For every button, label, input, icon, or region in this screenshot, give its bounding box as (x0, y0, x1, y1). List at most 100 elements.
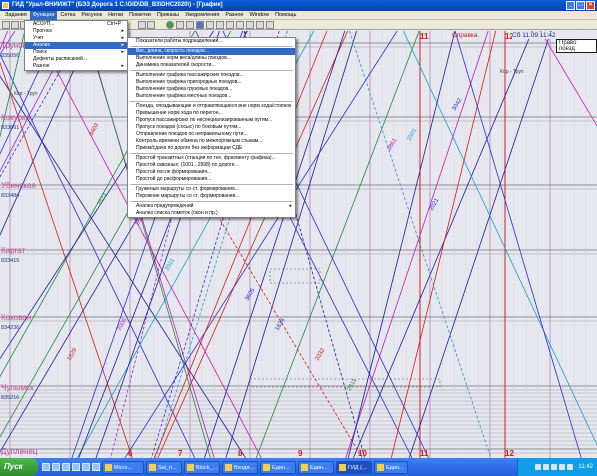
start-button[interactable]: Пуск (0, 458, 38, 476)
tray-icon[interactable] (535, 464, 542, 470)
analysis-menu-item[interactable]: Вес, длина, скорость поездов... (128, 48, 295, 55)
submenu-arrow-icon: ▸ (121, 42, 124, 48)
redo-icon[interactable] (147, 21, 155, 29)
taskbar-item-active[interactable]: ГИД (... (336, 460, 372, 474)
help-icon[interactable] (226, 21, 234, 29)
taskbar-item[interactable]: Block_... (184, 460, 220, 474)
analysis-menu-item[interactable]: Простой транзитных (станция по тех. фраг… (128, 155, 295, 162)
analysis-menu-item[interactable]: Пропуск пассажирских по неспециализирова… (128, 117, 295, 124)
outlook-icon[interactable] (62, 463, 70, 471)
window-icon[interactable] (216, 21, 224, 29)
new-icon[interactable] (2, 21, 10, 29)
analysis-menu-item[interactable]: Выполнение графика пассажирских поездов.… (128, 72, 295, 79)
analysis-menu-item[interactable]: Контроль времени обмена по межлорожным с… (128, 138, 295, 145)
menu-item-label: Контроль времени обмена по межлорожным с… (136, 138, 263, 144)
taskbar-item[interactable]: Входя... (222, 460, 258, 474)
analysis-menu-item[interactable]: Простой до расформирования... (128, 176, 295, 183)
analysis-menu-item[interactable]: Простой сквозных: (1001...2998) по дорог… (128, 162, 295, 169)
zoom-icon[interactable] (186, 21, 194, 29)
menu-nitki[interactable]: Нитки (105, 11, 126, 20)
train-number-label: 1634 (275, 317, 287, 332)
analysis-menu-item[interactable]: Выполнение графика грузовых поездов... (128, 86, 295, 93)
tray-icon[interactable] (543, 464, 550, 470)
desktop-icon[interactable] (52, 463, 60, 471)
tray-icon[interactable] (551, 464, 558, 470)
minimize-button[interactable]: _ (566, 1, 575, 10)
analysis-menu-item[interactable]: Выполнение норм веса/длины поездов... (128, 55, 295, 62)
settings-icon[interactable] (206, 21, 214, 29)
station-code: 835056 (1, 53, 20, 59)
menu-item-analiz[interactable]: Анализ ▸ (25, 42, 127, 49)
analysis-menu-item[interactable]: Отправление поездов по неправильному пут… (128, 131, 295, 138)
analysis-menu-item[interactable]: Анализ списка пометок (окон и пр.) (128, 210, 295, 217)
app-shortcut-icon[interactable] (92, 463, 100, 471)
tray-icon[interactable] (567, 464, 574, 470)
analysis-menu-item[interactable]: Пропуск поездов (сосыс) по боковым путям… (128, 124, 295, 131)
hour-label: 8 (238, 449, 243, 458)
menu-pometki[interactable]: Пометки (126, 11, 154, 20)
analysis-menu-item[interactable]: Выполнение графика местных поездов... (128, 93, 295, 100)
menu-pomoshch[interactable]: Помощь (272, 11, 299, 20)
menu-raznoe[interactable]: Разное (222, 11, 246, 20)
undo-icon[interactable] (138, 21, 146, 29)
analysis-menu-item[interactable]: Превышение норм хода по перегон... (128, 110, 295, 117)
analysis-menu-item[interactable]: Груженые маршруты со ст. формирования... (128, 186, 295, 193)
print-icon[interactable] (196, 21, 204, 29)
menu-item-poisk[interactable]: Поиск ▸ (25, 49, 127, 56)
refresh-icon[interactable] (166, 21, 174, 29)
open-icon[interactable] (11, 21, 19, 29)
station-code: 833661 (1, 125, 20, 131)
close-button[interactable]: × (586, 1, 595, 10)
analysis-menu-item[interactable]: Показатели работы подразделений... (128, 38, 295, 45)
spravka-label[interactable]: Справка (452, 32, 478, 39)
grid-icon[interactable] (176, 21, 184, 29)
taskbar-item[interactable]: Един... (260, 460, 296, 474)
analysis-menu-item[interactable]: Простой после формирования... (128, 169, 295, 176)
menu-item-prognoz[interactable]: Прогноз ▸ (25, 28, 127, 35)
taskbar-item-label: Един... (272, 464, 290, 471)
analysis-menu-item[interactable]: Поезда, опоздывающие и отправляющиеся вн… (128, 103, 295, 110)
menu-item-label: Показатели работы подразделений... (136, 38, 223, 44)
train-graph-canvas[interactable]: 2041340328231641201136051634203224113861… (0, 31, 597, 458)
menu-item-label: Выполнение норм веса/длины поездов... (136, 55, 231, 61)
taskbar-item[interactable]: Micro... (102, 460, 144, 474)
analysis-menu-item[interactable]: Динамика показателей скорости... (128, 62, 295, 69)
info-icon[interactable] (236, 21, 244, 29)
menu-item-label: Пропуск поездов (сосыс) по боковым путям… (136, 124, 242, 130)
title-bar[interactable]: ГИД "Урал-ВНИИЖТ" (БЭЗ Дорога 1 С:\GID\D… (0, 0, 597, 11)
train-graph[interactable]: 2041340328231641201136051634203224113861… (0, 31, 597, 458)
taskbar-item[interactable]: Един... (298, 460, 334, 474)
menu-risunok[interactable]: Рисунок (78, 11, 105, 20)
filter-icon[interactable] (266, 21, 274, 29)
submenu-arrow-icon: ▸ (121, 63, 124, 69)
menu-item-raznoe[interactable]: Разное ▸ (25, 63, 127, 70)
calendar-icon[interactable] (246, 21, 254, 29)
menu-funktsii[interactable]: Функции (29, 10, 58, 20)
analysis-menu-item[interactable]: Порожние маршруты со ст. формирования... (128, 193, 295, 200)
menu-item-uchet[interactable]: Учет ▸ (25, 35, 127, 42)
analysis-menu-item[interactable]: Прием/сдача по дороге без информации СДЕ (128, 145, 295, 152)
menu-item-defekty[interactable]: Дефекты расписаний... (25, 56, 127, 63)
menu-window[interactable]: Window (247, 11, 273, 20)
taskbar-item[interactable]: Sai_n... (146, 460, 182, 474)
ie-icon[interactable] (42, 463, 50, 471)
hour-label: 10 (358, 449, 367, 458)
clock-icon[interactable] (256, 21, 264, 29)
menu-setka[interactable]: Сетка (57, 11, 78, 20)
app-shortcut-icon[interactable] (82, 463, 90, 471)
maximize-button[interactable]: □ (576, 1, 585, 10)
app-shortcut-icon[interactable] (72, 463, 80, 471)
menu-zadaniya[interactable]: Задания (2, 11, 30, 20)
window-controls: _ □ × (566, 1, 595, 10)
menu-separator (130, 70, 293, 71)
train-number-label: 2501 (407, 127, 419, 142)
analysis-menu-item[interactable]: Выполнение графика пригородных поездов..… (128, 79, 295, 86)
right-train-box[interactable]: Право поезд (556, 39, 597, 53)
menu-prikazy[interactable]: Приказы (154, 11, 182, 20)
analysis-menu-item[interactable]: Анализ предупреждений ▸ (128, 203, 295, 210)
menu-uvedomleniya[interactable]: Уведомления (182, 11, 222, 20)
tray-icon[interactable] (559, 464, 566, 470)
menu-item-asoup[interactable]: АСОУП... Ctrl+P (25, 21, 127, 28)
train-thread (347, 31, 456, 458)
taskbar-item[interactable]: Един... (374, 460, 408, 474)
